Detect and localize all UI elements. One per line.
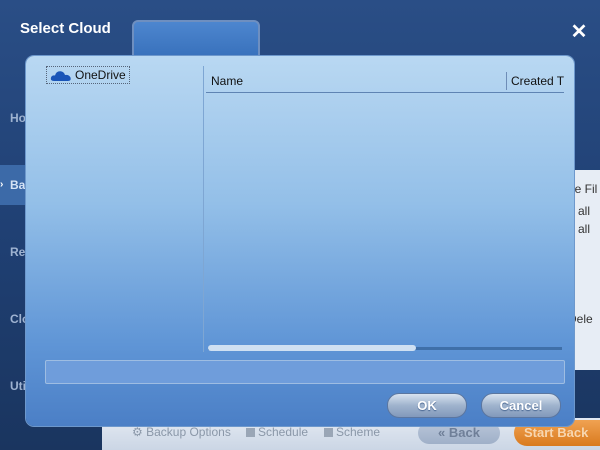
footer-scheme-label: Scheme: [336, 425, 381, 439]
gear-icon: ⚙: [132, 425, 143, 439]
footer-backup-options-label: Backup Options: [146, 425, 231, 439]
ok-button[interactable]: OK: [387, 393, 467, 418]
column-header-created[interactable]: Created T: [511, 70, 564, 92]
nav-item-backup-label: Ba: [10, 178, 26, 192]
file-list-header: Name Created T: [206, 70, 564, 93]
tree-item-onedrive[interactable]: OneDrive: [46, 66, 130, 84]
footer-schedule-label: Schedule: [258, 425, 309, 439]
horizontal-scrollbar-thumb[interactable]: [208, 345, 416, 351]
footer-schedule: Schedule: [246, 425, 308, 439]
back-button-label: Back: [448, 425, 480, 440]
schedule-icon: [246, 428, 255, 437]
pane-divider[interactable]: [203, 66, 204, 352]
cloud-path-field[interactable]: [45, 360, 565, 384]
file-list[interactable]: [206, 93, 564, 343]
chevron-right-icon: ›: [0, 179, 4, 190]
footer-scheme: Scheme: [324, 425, 380, 439]
cancel-button[interactable]: Cancel: [481, 393, 561, 418]
close-icon[interactable]: ✕: [568, 20, 590, 43]
dialog-title: Select Cloud: [20, 20, 111, 37]
column-separator[interactable]: [506, 72, 507, 90]
onedrive-cloud-icon: [50, 71, 71, 81]
footer-backup-options: ⚙ Backup Options: [132, 425, 231, 439]
double-chevron-left-icon: «: [438, 425, 446, 440]
column-header-name[interactable]: Name: [211, 70, 243, 92]
scheme-icon: [324, 428, 333, 437]
tree-item-label: OneDrive: [75, 68, 126, 82]
